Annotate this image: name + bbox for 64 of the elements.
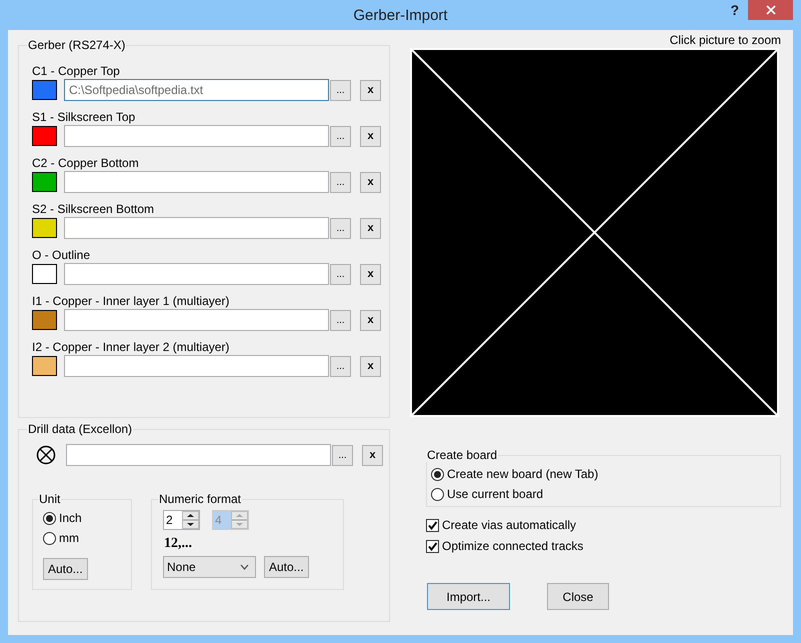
- help-button[interactable]: ?: [726, 2, 743, 18]
- layer-label: O - Outline: [32, 248, 92, 262]
- color-swatch[interactable]: [32, 356, 57, 376]
- color-swatch[interactable]: [32, 310, 57, 330]
- radio-button[interactable]: Create new board (new Tab): [431, 464, 598, 484]
- layer-label: C2 - Copper Bottom: [32, 156, 140, 170]
- layer-label: C1 - Copper Top: [32, 64, 121, 78]
- browse-button[interactable]: ...: [330, 218, 351, 238]
- file-path-field[interactable]: [64, 263, 329, 285]
- browse-button[interactable]: ...: [330, 356, 351, 376]
- file-path-field[interactable]: [64, 171, 329, 193]
- group-title: Numeric format: [158, 492, 242, 506]
- auto-button[interactable]: Auto...: [264, 556, 309, 578]
- browse-button[interactable]: ...: [330, 80, 351, 100]
- clear-button[interactable]: x: [360, 80, 381, 100]
- file-path-field[interactable]: [64, 355, 329, 377]
- browse-button[interactable]: ...: [330, 172, 351, 192]
- clear-button[interactable]: x: [362, 444, 383, 466]
- layer-label: I1 - Copper - Inner layer 1 (multiayer): [32, 294, 230, 308]
- browse-button[interactable]: ...: [332, 444, 353, 466]
- clear-button[interactable]: x: [360, 218, 381, 238]
- drill-hole-icon: [36, 445, 56, 465]
- file-path-field[interactable]: [64, 309, 329, 331]
- checkbox[interactable]: Optimize connected tracks: [426, 539, 779, 553]
- clear-button[interactable]: x: [360, 126, 381, 146]
- radio-button[interactable]: Inch: [43, 508, 82, 528]
- clear-button[interactable]: x: [360, 172, 381, 192]
- group-title: Unit: [38, 492, 62, 506]
- window-title: Gerber-Import: [353, 7, 448, 24]
- clear-button[interactable]: x: [360, 264, 381, 284]
- file-path-field[interactable]: [66, 444, 331, 466]
- layer-label: S1 - Silkscreen Top: [32, 110, 136, 124]
- file-path-field[interactable]: [64, 125, 329, 147]
- close-button[interactable]: [748, 0, 793, 20]
- dialog-button[interactable]: Close: [547, 583, 609, 610]
- number-sample: 12,...: [164, 536, 192, 552]
- chevron-down-icon: [240, 564, 249, 570]
- layer-label: I2 - Copper - Inner layer 2 (multiayer): [32, 340, 230, 354]
- zoom-hint: Click picture to zoom: [668, 33, 781, 47]
- color-swatch[interactable]: [32, 264, 57, 284]
- browse-button[interactable]: ...: [330, 126, 351, 146]
- auto-button[interactable]: Auto...: [43, 558, 88, 580]
- browse-button[interactable]: ...: [330, 264, 351, 284]
- clear-button[interactable]: x: [360, 356, 381, 376]
- radio-button[interactable]: mm: [43, 528, 79, 548]
- layer-label: S2 - Silkscreen Bottom: [32, 202, 156, 216]
- browse-button[interactable]: ...: [330, 310, 351, 330]
- file-path-field[interactable]: [64, 217, 329, 239]
- close-icon: [766, 5, 776, 15]
- dialog-button[interactable]: Import...: [427, 583, 510, 610]
- color-swatch[interactable]: [32, 172, 57, 192]
- format-dropdown[interactable]: None: [163, 556, 256, 578]
- group-title: Create board: [426, 448, 498, 462]
- color-swatch[interactable]: [32, 126, 57, 146]
- checkbox[interactable]: Create vias automatically: [426, 518, 779, 532]
- board-preview-drawing[interactable]: [410, 48, 779, 417]
- group-title: Gerber (RS274-X): [27, 38, 126, 52]
- clear-button[interactable]: x: [360, 310, 381, 330]
- radio-button[interactable]: Use current board: [431, 484, 544, 504]
- color-swatch[interactable]: [32, 80, 57, 100]
- number-spinner[interactable]: 2: [163, 510, 200, 530]
- group-title: Drill data (Excellon): [27, 422, 134, 436]
- color-swatch[interactable]: [32, 218, 57, 238]
- file-path-field[interactable]: C:\Softpedia\softpedia.txt: [64, 79, 329, 101]
